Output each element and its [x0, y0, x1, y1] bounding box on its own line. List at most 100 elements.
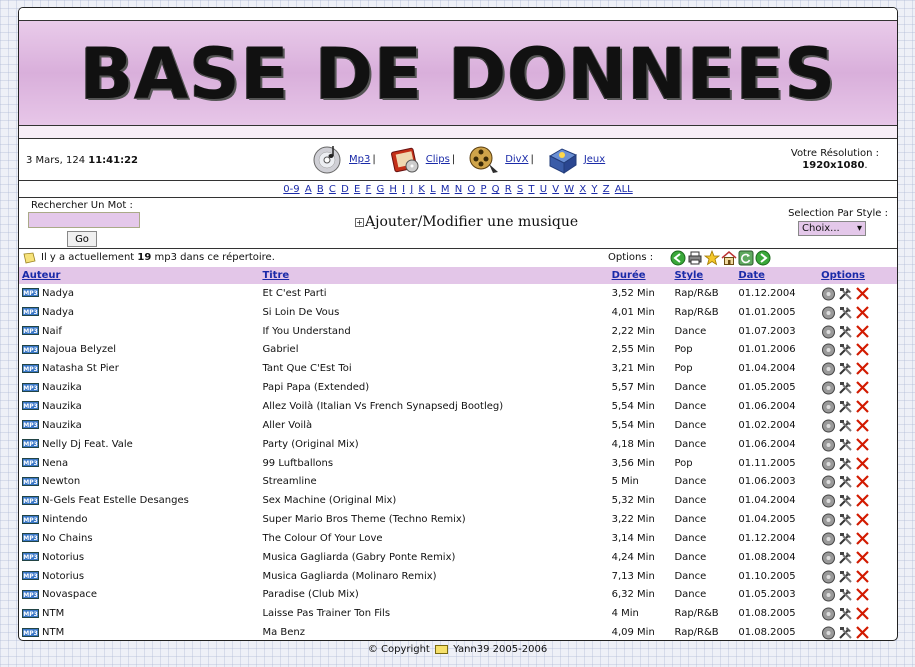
alpha-link[interactable]: Z [603, 184, 610, 195]
listen-icon[interactable] [821, 474, 836, 489]
edit-tools-icon[interactable] [838, 380, 853, 395]
forward-arrow-icon[interactable] [755, 250, 771, 266]
back-arrow-icon[interactable] [670, 250, 686, 266]
alpha-link[interactable]: X [579, 184, 586, 195]
alpha-link[interactable]: A [305, 184, 312, 195]
alpha-link[interactable]: O [467, 184, 475, 195]
alpha-link[interactable]: U [540, 184, 547, 195]
alpha-link[interactable]: G [376, 184, 384, 195]
listen-icon[interactable] [821, 587, 836, 602]
edit-tools-icon[interactable] [838, 456, 853, 471]
alpha-link[interactable]: S [517, 184, 523, 195]
edit-tools-icon[interactable] [838, 324, 853, 339]
search-input[interactable] [28, 212, 140, 228]
listen-icon[interactable] [821, 324, 836, 339]
listen-icon[interactable] [821, 380, 836, 395]
alpha-link[interactable]: M [441, 184, 450, 195]
delete-icon[interactable] [855, 437, 870, 452]
alpha-link[interactable]: C [329, 184, 336, 195]
listen-icon[interactable] [821, 399, 836, 414]
print-icon[interactable] [687, 250, 703, 266]
listen-icon[interactable] [821, 342, 836, 357]
category-jeux[interactable]: Jeux [546, 142, 605, 176]
listen-icon[interactable] [821, 437, 836, 452]
email-icon[interactable] [435, 644, 449, 654]
delete-icon[interactable] [855, 342, 870, 357]
alpha-link[interactable]: Q [492, 184, 500, 195]
delete-icon[interactable] [855, 324, 870, 339]
edit-tools-icon[interactable] [838, 625, 853, 640]
listen-icon[interactable] [821, 286, 836, 301]
listen-icon[interactable] [821, 305, 836, 320]
listen-icon[interactable] [821, 493, 836, 508]
category-jeux-link[interactable]: Jeux [584, 154, 605, 165]
go-button[interactable]: Go [67, 231, 97, 247]
listen-icon[interactable] [821, 550, 836, 565]
sort-auteur[interactable]: Auteur [22, 270, 60, 281]
add-modify-toggle[interactable]: + Ajouter/Modifier une musique [355, 214, 578, 230]
delete-icon[interactable] [855, 418, 870, 433]
sort-style[interactable]: Style [674, 270, 703, 281]
delete-icon[interactable] [855, 550, 870, 565]
refresh-icon[interactable] [738, 250, 754, 266]
alpha-link[interactable]: Y [591, 184, 597, 195]
listen-icon[interactable] [821, 531, 836, 546]
delete-icon[interactable] [855, 512, 870, 527]
edit-tools-icon[interactable] [838, 474, 853, 489]
alpha-link[interactable]: B [317, 184, 324, 195]
listen-icon[interactable] [821, 456, 836, 471]
edit-tools-icon[interactable] [838, 286, 853, 301]
edit-tools-icon[interactable] [838, 305, 853, 320]
edit-tools-icon[interactable] [838, 550, 853, 565]
alpha-link[interactable]: K [418, 184, 425, 195]
alpha-link[interactable]: D [341, 184, 349, 195]
category-clips-link[interactable]: Clips [426, 154, 450, 165]
home-icon[interactable] [721, 250, 737, 266]
category-mp3[interactable]: Mp3 | [311, 142, 382, 176]
listen-icon[interactable] [821, 361, 836, 376]
sort-duree[interactable]: Durée [612, 270, 646, 281]
edit-tools-icon[interactable] [838, 493, 853, 508]
edit-tools-icon[interactable] [838, 418, 853, 433]
edit-tools-icon[interactable] [838, 342, 853, 357]
edit-tools-icon[interactable] [838, 587, 853, 602]
alpha-link[interactable]: N [455, 184, 462, 195]
favorite-star-icon[interactable] [704, 250, 720, 266]
delete-icon[interactable] [855, 606, 870, 621]
style-select[interactable]: Choix... ▾ [798, 221, 866, 236]
alpha-link[interactable]: W [564, 184, 574, 195]
listen-icon[interactable] [821, 418, 836, 433]
edit-tools-icon[interactable] [838, 606, 853, 621]
alpha-link[interactable]: V [552, 184, 559, 195]
category-mp3-link[interactable]: Mp3 [349, 154, 370, 165]
delete-icon[interactable] [855, 286, 870, 301]
edit-tools-icon[interactable] [838, 399, 853, 414]
alpha-link[interactable]: R [505, 184, 512, 195]
expand-plus-icon[interactable]: + [355, 217, 364, 227]
listen-icon[interactable] [821, 512, 836, 527]
category-divx[interactable]: DivX | [467, 142, 540, 176]
alpha-link[interactable]: 0-9 [283, 184, 299, 195]
delete-icon[interactable] [855, 380, 870, 395]
sort-date[interactable]: Date [738, 270, 765, 281]
edit-tools-icon[interactable] [838, 531, 853, 546]
alpha-link[interactable]: P [480, 184, 486, 195]
alpha-link[interactable]: F [365, 184, 371, 195]
delete-icon[interactable] [855, 493, 870, 508]
listen-icon[interactable] [821, 606, 836, 621]
alpha-link[interactable]: E [354, 184, 360, 195]
sort-titre[interactable]: Titre [262, 270, 289, 281]
edit-tools-icon[interactable] [838, 512, 853, 527]
alpha-link[interactable]: L [430, 184, 436, 195]
delete-icon[interactable] [855, 625, 870, 640]
alpha-link[interactable]: J [410, 184, 413, 195]
delete-icon[interactable] [855, 456, 870, 471]
edit-tools-icon[interactable] [838, 569, 853, 584]
delete-icon[interactable] [855, 361, 870, 376]
alpha-link[interactable]: ALL [615, 184, 633, 195]
delete-icon[interactable] [855, 569, 870, 584]
alpha-link[interactable]: I [402, 184, 405, 195]
category-divx-link[interactable]: DivX [505, 154, 528, 165]
delete-icon[interactable] [855, 305, 870, 320]
alpha-link[interactable]: T [528, 184, 534, 195]
